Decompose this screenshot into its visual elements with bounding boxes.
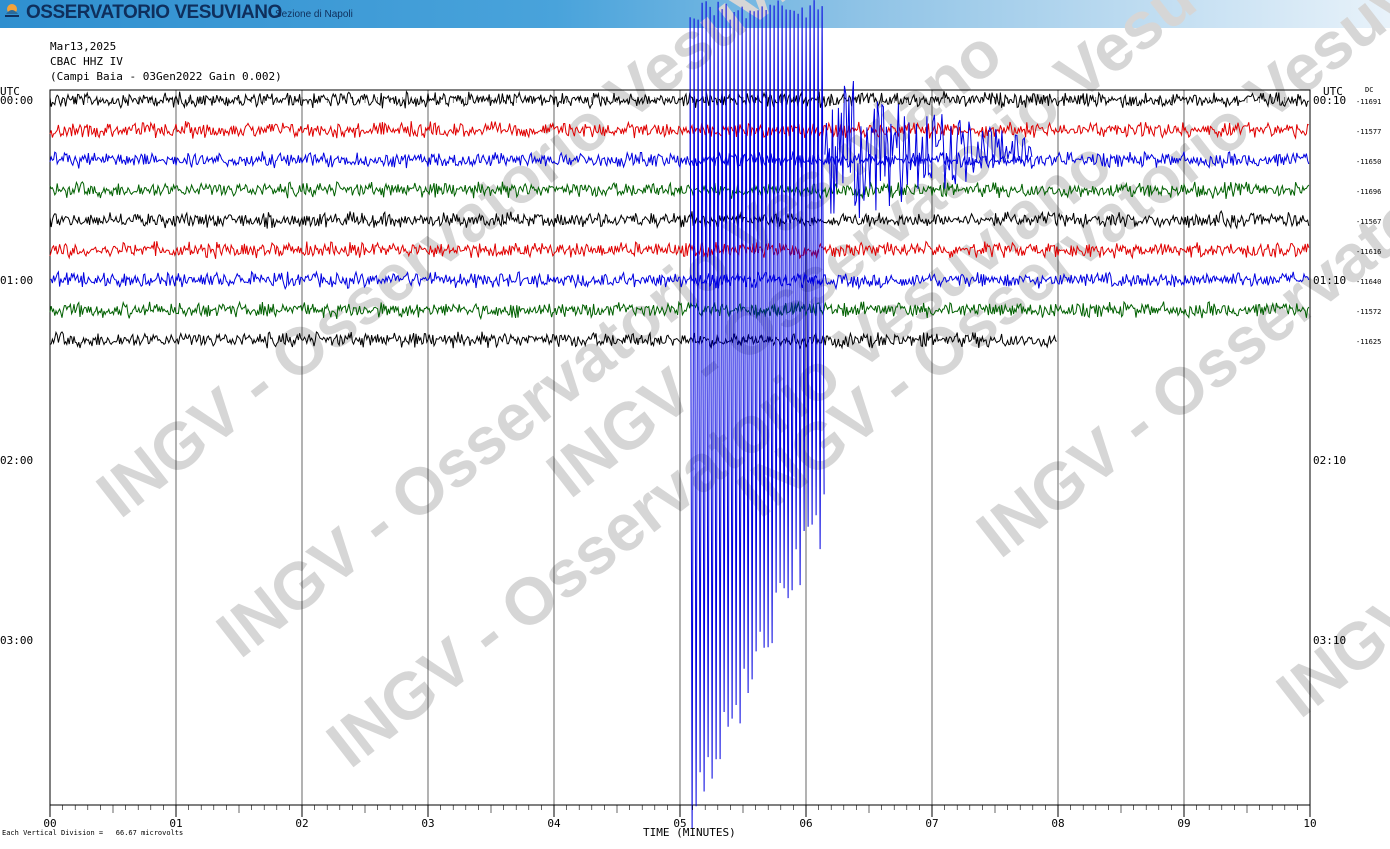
x-tick-label: 02 (295, 817, 308, 830)
x-tick-label: 04 (547, 817, 561, 830)
utc-right-time-label: 03:10 (1313, 634, 1346, 647)
x-axis-title: TIME (MINUTES) (643, 826, 736, 839)
dc-value-label: -11696 (1356, 188, 1381, 196)
utc-left-time-label: 03:00 (0, 634, 33, 647)
dc-value-label: -11577 (1356, 128, 1381, 136)
dc-value-label: -11650 (1356, 158, 1381, 166)
utc-right-title: UTC (1323, 85, 1343, 98)
utc-left-time-label: 02:00 (0, 454, 33, 467)
x-tick-label: 07 (925, 817, 938, 830)
dc-value-label: -11640 (1356, 278, 1381, 286)
seismic-trace (49, 120, 1309, 140)
x-tick-label: 10 (1303, 817, 1316, 830)
utc-right-time-label: 02:10 (1313, 454, 1346, 467)
x-tick-label: 09 (1177, 817, 1190, 830)
dc-value-label: -11691 (1356, 98, 1381, 106)
dc-value-label: -11616 (1356, 248, 1381, 256)
dc-value-label: -11625 (1356, 338, 1381, 346)
dc-value-label: -11567 (1356, 218, 1381, 226)
watermark-text: INGV - Osservatorio Vesuviano (1263, 74, 1390, 731)
utc-left-time-label: 01:00 (0, 274, 33, 287)
dc-title: DC (1365, 86, 1373, 94)
vertical-division-note: Each Vertical Division = 66.67 microvolt… (2, 829, 184, 837)
utc-right-time-label: 01:10 (1313, 274, 1346, 287)
x-tick-label: 08 (1051, 817, 1064, 830)
dc-value-label: -11572 (1356, 308, 1381, 316)
seismogram-plot: INGV - Osservatorio VesuvianoINGV - Osse… (0, 0, 1390, 830)
x-tick-label: 03 (421, 817, 434, 830)
x-tick-label: 06 (799, 817, 812, 830)
utc-left-title: UTC (0, 85, 20, 98)
